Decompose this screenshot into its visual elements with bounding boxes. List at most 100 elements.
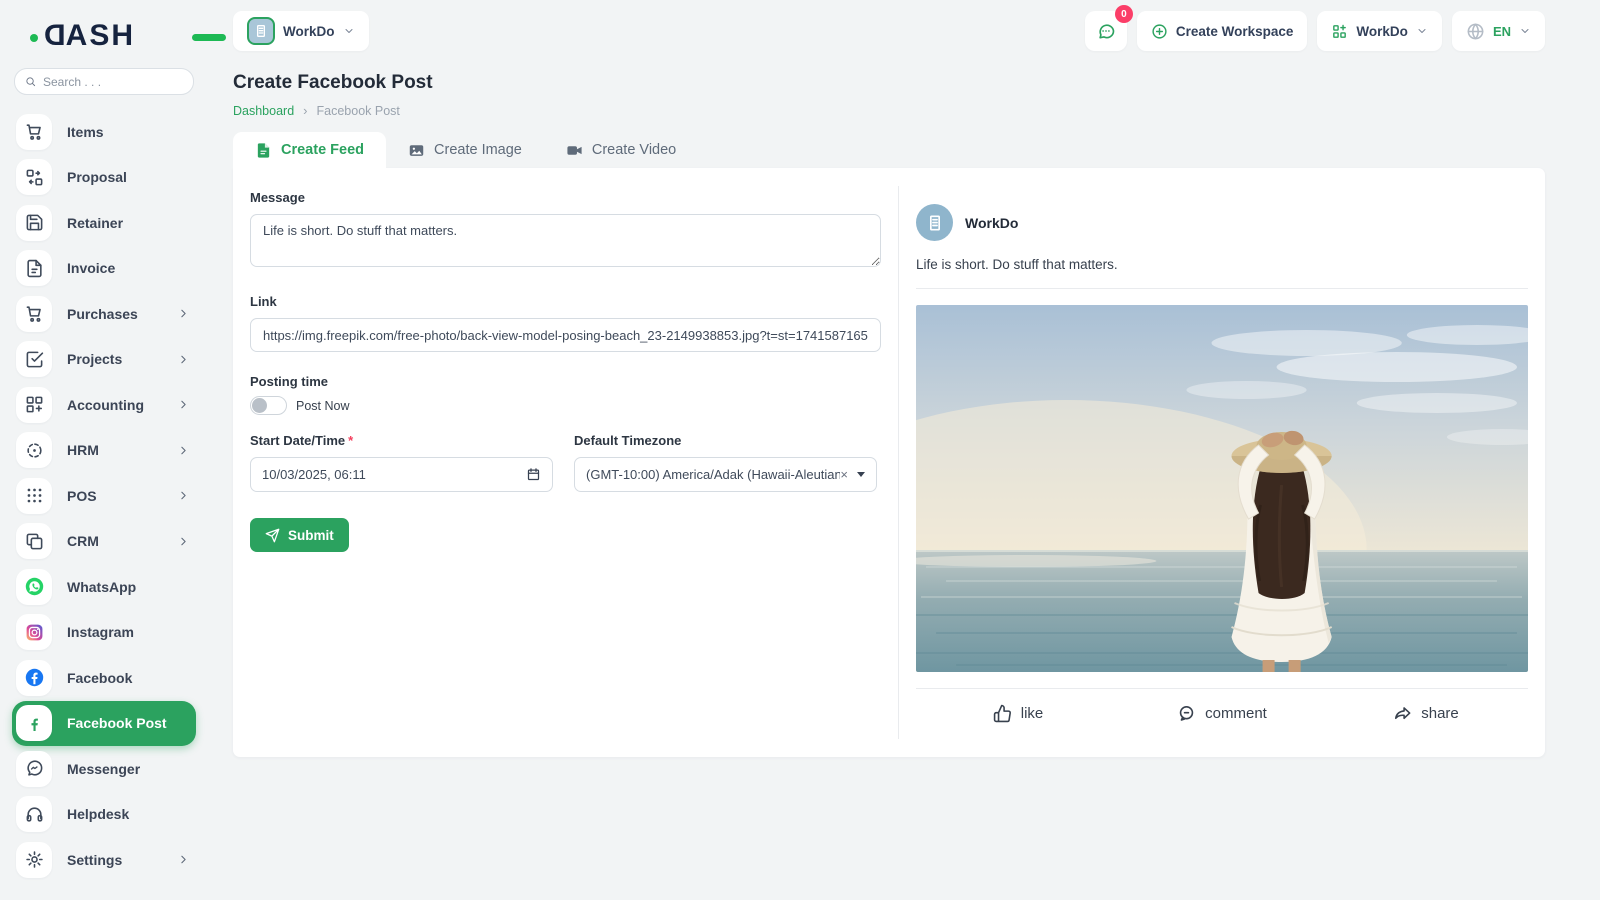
logo-dot — [30, 34, 38, 42]
chevron-down-icon — [343, 25, 355, 37]
tab-create-video[interactable]: Create Video — [544, 132, 698, 168]
sidebar-item-label: Proposal — [67, 169, 127, 185]
chevron-right-icon — [177, 353, 190, 366]
sidebar-item-instagram[interactable]: Instagram — [12, 610, 196, 656]
sidebar-item-label: HRM — [67, 442, 99, 458]
sidebar-nav: Items Proposal Retainer Invoice PurchasesPro… — [0, 105, 208, 893]
start-datetime-value: 10/03/2025, 06:11 — [262, 467, 526, 482]
topbar: WorkDo 0 Create Workspace WorkDo EN — [233, 0, 1545, 58]
workspace-selector[interactable]: WorkDo — [233, 11, 369, 51]
create-workspace-button[interactable]: Create Workspace — [1137, 11, 1308, 51]
action-label: comment — [1205, 705, 1267, 722]
sidebar-item-crm[interactable]: CRM — [12, 519, 196, 565]
sidebar-item-facebook-post[interactable]: Facebook Post — [12, 701, 196, 747]
tab-create-image[interactable]: Create Image — [386, 132, 544, 168]
gear-icon — [16, 842, 52, 878]
timezone-label: Default Timezone — [574, 433, 877, 448]
whatsapp-icon — [16, 569, 52, 605]
topbar-right: 0 Create Workspace WorkDo EN — [1085, 11, 1545, 51]
sidebar-search — [14, 68, 194, 95]
chevron-right-icon — [177, 853, 190, 866]
sidebar-item-messenger[interactable]: Messenger — [12, 746, 196, 792]
chevron-down-icon — [1519, 25, 1531, 37]
swap-boxes-icon — [16, 159, 52, 195]
globe-icon — [1466, 22, 1485, 41]
sidebar-item-label: Invoice — [67, 260, 115, 276]
breadcrumb: Dashboard › Facebook Post — [233, 103, 1545, 118]
main-area: WorkDo 0 Create Workspace WorkDo EN — [208, 0, 1600, 757]
message-textarea[interactable]: Life is short. Do stuff that matters. — [250, 214, 881, 267]
action-label: share — [1421, 705, 1459, 722]
chevron-right-icon — [177, 489, 190, 502]
post-form: Message Life is short. Do stuff that mat… — [233, 168, 898, 757]
like-icon — [993, 704, 1012, 723]
avatar — [916, 204, 953, 241]
app-logo[interactable]: DASH — [42, 18, 208, 54]
plus-circle-icon — [1151, 23, 1168, 40]
instagram-icon — [16, 614, 52, 650]
like-button[interactable]: like — [916, 704, 1120, 723]
tab-create-feed[interactable]: Create Feed — [233, 132, 386, 168]
messages-badge: 0 — [1115, 5, 1133, 23]
language-code: EN — [1493, 24, 1511, 39]
send-icon — [265, 528, 280, 543]
post-image — [916, 305, 1528, 672]
sidebar-item-label: Helpdesk — [67, 806, 129, 822]
sidebar-item-projects[interactable]: Projects — [12, 337, 196, 383]
caret-down-icon — [857, 472, 865, 477]
sidebar-item-invoice[interactable]: Invoice — [12, 246, 196, 292]
sidebar-item-label: Facebook — [67, 670, 132, 686]
tab-label: Create Video — [592, 142, 676, 158]
start-datetime-input[interactable]: 10/03/2025, 06:11 — [250, 457, 553, 492]
sidebar: DASH Items Proposal Retainer Invoice Purchas… — [0, 0, 208, 900]
submit-button[interactable]: Submit — [250, 518, 349, 552]
sidebar-item-whatsapp[interactable]: WhatsApp — [12, 564, 196, 610]
message-label: Message — [250, 190, 881, 205]
share-button[interactable]: share — [1324, 704, 1528, 723]
post-now-label: Post Now — [296, 399, 350, 413]
calendar-icon — [526, 467, 541, 482]
breadcrumb-dashboard-link[interactable]: Dashboard — [233, 104, 294, 118]
sidebar-item-hrm[interactable]: HRM — [12, 428, 196, 474]
sidebar-item-helpdesk[interactable]: Helpdesk — [12, 792, 196, 838]
post-now-toggle[interactable] — [250, 396, 287, 415]
comment-button[interactable]: comment — [1120, 704, 1324, 723]
workspace-name: WorkDo — [283, 24, 335, 39]
preview-message: Life is short. Do stuff that matters. — [916, 257, 1528, 289]
check-square-icon — [16, 341, 52, 377]
sidebar-item-facebook[interactable]: Facebook — [12, 655, 196, 701]
sidebar-item-pos[interactable]: POS — [12, 473, 196, 519]
sidebar-item-label: POS — [67, 488, 97, 504]
workspace-menu[interactable]: WorkDo — [1317, 11, 1442, 51]
post-preview: WorkDo Life is short. Do stuff that matt… — [898, 186, 1545, 739]
sidebar-item-purchases[interactable]: Purchases — [12, 291, 196, 337]
timezone-select[interactable]: (GMT-10:00) America/Adak (Hawaii-Aleutia… — [574, 457, 877, 492]
submit-label: Submit — [288, 528, 334, 543]
building-icon — [247, 17, 275, 45]
grid-plus-small-icon — [1331, 23, 1348, 40]
search-input[interactable] — [43, 75, 183, 89]
clear-icon[interactable]: × — [840, 467, 848, 482]
video-icon — [566, 142, 583, 159]
messages-button[interactable]: 0 — [1085, 11, 1127, 51]
sidebar-item-items[interactable]: Items — [12, 109, 196, 155]
crosshair-icon — [16, 432, 52, 468]
sidebar-item-settings[interactable]: Settings — [12, 837, 196, 883]
sidebar-item-accounting[interactable]: Accounting — [12, 382, 196, 428]
language-selector[interactable]: EN — [1452, 11, 1545, 51]
breadcrumb-current: Facebook Post — [317, 104, 400, 118]
chevron-down-icon — [1416, 25, 1428, 37]
facebook-icon — [16, 660, 52, 696]
sidebar-item-label: Retainer — [67, 215, 123, 231]
required-asterisk: * — [348, 433, 353, 448]
headset-icon — [16, 796, 52, 832]
messenger-icon — [16, 751, 52, 787]
sidebar-item-label: Items — [67, 124, 104, 140]
timezone-value: (GMT-10:00) America/Adak (Hawaii-Aleutia… — [586, 467, 840, 482]
sidebar-item-retainer[interactable]: Retainer — [12, 200, 196, 246]
post-actions: like comment share — [916, 688, 1528, 723]
toggle-knob — [252, 398, 267, 413]
link-input[interactable] — [250, 318, 881, 352]
share-icon — [1393, 704, 1412, 723]
sidebar-item-proposal[interactable]: Proposal — [12, 155, 196, 201]
